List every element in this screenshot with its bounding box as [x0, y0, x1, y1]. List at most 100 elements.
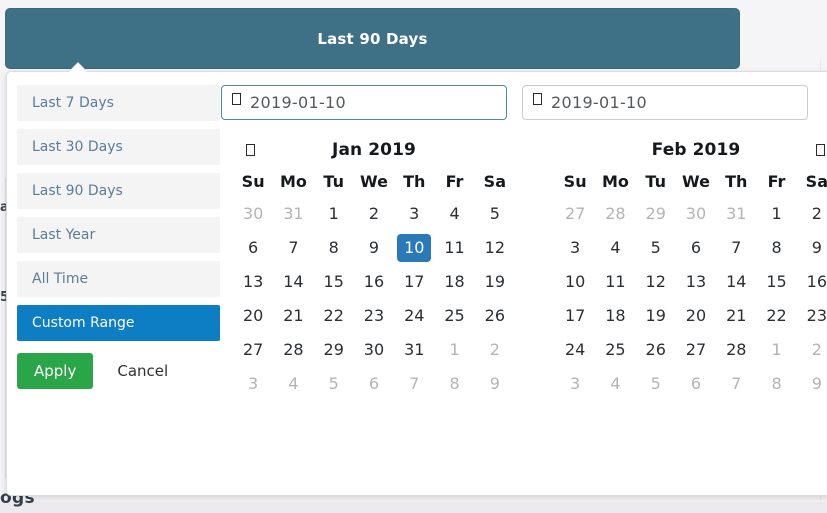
- calendar-day[interactable]: 15: [756, 265, 796, 299]
- calendar-day[interactable]: 22: [756, 299, 796, 333]
- calendar-day[interactable]: 30: [354, 333, 394, 367]
- calendar-day[interactable]: 31: [273, 197, 313, 231]
- calendar-day[interactable]: 6: [233, 231, 273, 265]
- calendar-day[interactable]: 2: [354, 197, 394, 231]
- calendar-day[interactable]: 3: [394, 197, 434, 231]
- range-item-all-time[interactable]: All Time: [17, 261, 220, 297]
- calendar-day[interactable]: 5: [314, 367, 354, 401]
- calendar-day[interactable]: 11: [595, 265, 635, 299]
- calendar-day[interactable]: 3: [233, 367, 273, 401]
- calendar-day[interactable]: 18: [595, 299, 635, 333]
- calendar-day[interactable]: 9: [797, 367, 827, 401]
- calendar-day-selected[interactable]: 10: [394, 231, 434, 265]
- calendar-day[interactable]: 17: [555, 299, 595, 333]
- weekday-header: Fr: [767, 172, 786, 191]
- calendar-day[interactable]: 26: [475, 299, 515, 333]
- range-item-last-30-days[interactable]: Last 30 Days: [17, 129, 220, 165]
- calendar-day[interactable]: 11: [434, 231, 474, 265]
- calendar-day[interactable]: 5: [636, 367, 676, 401]
- start-date-field[interactable]: 2019-01-10: [221, 85, 507, 120]
- calendar-day[interactable]: 4: [595, 231, 635, 265]
- calendar-day[interactable]: 3: [555, 367, 595, 401]
- calendar-day[interactable]: 12: [475, 231, 515, 265]
- end-date-field[interactable]: 2019-01-10: [522, 85, 808, 120]
- calendar-day[interactable]: 9: [475, 367, 515, 401]
- calendar-day[interactable]: 8: [756, 231, 796, 265]
- calendar-day[interactable]: 27: [555, 197, 595, 231]
- apply-button[interactable]: Apply: [17, 353, 94, 389]
- date-range-toggle-button[interactable]: Last 90 Days: [5, 8, 740, 69]
- calendar-day[interactable]: 7: [394, 367, 434, 401]
- calendar-day[interactable]: 4: [434, 197, 474, 231]
- calendar-day[interactable]: 19: [636, 299, 676, 333]
- calendar-day[interactable]: 14: [716, 265, 756, 299]
- calendar-day[interactable]: 31: [716, 197, 756, 231]
- calendar-day[interactable]: 6: [676, 367, 716, 401]
- calendar-day[interactable]: 2: [797, 333, 827, 367]
- calendar-day[interactable]: 22: [314, 299, 354, 333]
- calendar-day[interactable]: 24: [555, 333, 595, 367]
- calendar-day[interactable]: 27: [233, 333, 273, 367]
- calendar-day[interactable]: 21: [273, 299, 313, 333]
- calendar-day[interactable]: 7: [716, 367, 756, 401]
- calendar-day[interactable]: 14: [273, 265, 313, 299]
- calendar-day[interactable]: 29: [636, 197, 676, 231]
- calendar-day[interactable]: 1: [314, 197, 354, 231]
- calendar-day[interactable]: 25: [434, 299, 474, 333]
- calendar-day[interactable]: 23: [797, 299, 827, 333]
- calendar-day-label: 27: [685, 340, 707, 359]
- calendar-day[interactable]: 4: [595, 367, 635, 401]
- calendar-day[interactable]: 8: [314, 231, 354, 265]
- calendar-day[interactable]: 2: [797, 197, 827, 231]
- calendar-day[interactable]: 31: [394, 333, 434, 367]
- range-item-last-year[interactable]: Last Year: [17, 217, 220, 253]
- calendar-day[interactable]: 1: [756, 333, 796, 367]
- calendar-day[interactable]: 28: [273, 333, 313, 367]
- calendar-day[interactable]: 15: [314, 265, 354, 299]
- calendar-day[interactable]: 4: [273, 367, 313, 401]
- calendar-day[interactable]: 6: [676, 231, 716, 265]
- calendar-day[interactable]: 17: [394, 265, 434, 299]
- calendar-day[interactable]: 28: [595, 197, 635, 231]
- cancel-button[interactable]: Cancel: [111, 361, 174, 381]
- calendar-day[interactable]: 18: [434, 265, 474, 299]
- calendar-day[interactable]: 12: [636, 265, 676, 299]
- calendar-day[interactable]: 20: [233, 299, 273, 333]
- calendar-day[interactable]: 28: [716, 333, 756, 367]
- prev-month-icon[interactable]: [233, 144, 267, 156]
- calendar-day[interactable]: 13: [676, 265, 716, 299]
- calendar-day[interactable]: 6: [354, 367, 394, 401]
- calendar-day[interactable]: 30: [676, 197, 716, 231]
- calendar-day[interactable]: 5: [636, 231, 676, 265]
- range-item-last-90-days[interactable]: Last 90 Days: [17, 173, 220, 209]
- calendar-day[interactable]: 8: [434, 367, 474, 401]
- calendar-day[interactable]: 25: [595, 333, 635, 367]
- calendar-day[interactable]: 16: [354, 265, 394, 299]
- calendar-day[interactable]: 21: [716, 299, 756, 333]
- weekday-header: Th: [725, 172, 748, 191]
- calendar-day[interactable]: 10: [555, 265, 595, 299]
- calendar-day[interactable]: 7: [273, 231, 313, 265]
- calendar-day[interactable]: 27: [676, 333, 716, 367]
- calendar-day[interactable]: 7: [716, 231, 756, 265]
- calendar-day[interactable]: 29: [314, 333, 354, 367]
- calendar-day[interactable]: 5: [475, 197, 515, 231]
- calendar-day[interactable]: 16: [797, 265, 827, 299]
- calendar-day[interactable]: 26: [636, 333, 676, 367]
- calendar-day[interactable]: 1: [756, 197, 796, 231]
- calendar-day[interactable]: 23: [354, 299, 394, 333]
- calendar-day[interactable]: 1: [434, 333, 474, 367]
- next-month-icon[interactable]: [803, 144, 827, 156]
- calendar-day[interactable]: 24: [394, 299, 434, 333]
- calendar-day[interactable]: 30: [233, 197, 273, 231]
- calendar-day[interactable]: 13: [233, 265, 273, 299]
- calendar-day[interactable]: 20: [676, 299, 716, 333]
- calendar-day[interactable]: 19: [475, 265, 515, 299]
- range-item-custom-range[interactable]: Custom Range: [17, 305, 220, 341]
- calendar-day[interactable]: 2: [475, 333, 515, 367]
- calendar-day[interactable]: 9: [354, 231, 394, 265]
- calendar-day[interactable]: 3: [555, 231, 595, 265]
- calendar-day[interactable]: 8: [756, 367, 796, 401]
- calendar-day[interactable]: 9: [797, 231, 827, 265]
- range-item-last-7-days[interactable]: Last 7 Days: [17, 85, 220, 121]
